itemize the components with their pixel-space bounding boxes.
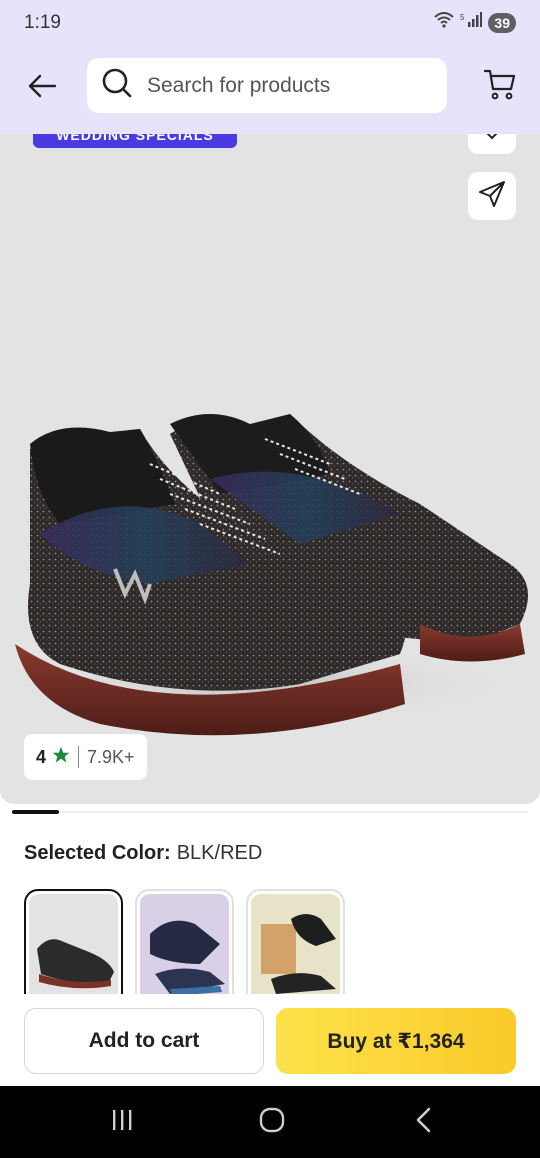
swatch-image: [29, 894, 118, 1004]
status-bar: 1:19 5 39: [0, 0, 540, 46]
color-swatch-black-grey[interactable]: [246, 889, 345, 1009]
image-indicator-active: [12, 810, 59, 814]
swatch-image: [251, 894, 340, 1004]
rating-badge[interactable]: 4 7.9K+: [24, 734, 147, 780]
recent-apps-icon: [110, 1108, 134, 1137]
selected-color-value: BLK/RED: [176, 842, 263, 864]
buy-now-button[interactable]: Buy at ₹1,364: [276, 1008, 516, 1074]
rating-count: 7.9K+: [87, 746, 135, 767]
bottom-action-bar: Add to cart Buy at ₹1,364: [0, 994, 540, 1086]
share-button[interactable]: [468, 172, 516, 220]
color-swatch-blk-red[interactable]: [24, 889, 123, 1009]
cart-button[interactable]: [480, 66, 520, 106]
signal-icon: 5: [460, 12, 483, 33]
search-placeholder: Search for products: [147, 73, 331, 97]
product-image-carousel[interactable]: WEDDING SPECIALS 4 7.9K+: [0, 134, 540, 804]
system-nav-bar: [0, 1086, 540, 1158]
promo-badge: WEDDING SPECIALS: [33, 134, 237, 148]
search-icon: [101, 67, 133, 104]
home-button[interactable]: [242, 1102, 302, 1142]
send-icon: [477, 179, 507, 214]
swatch-image: [140, 894, 229, 1004]
system-back-button[interactable]: [394, 1102, 454, 1142]
cart-icon: [483, 67, 517, 106]
image-indicator-track: [12, 811, 528, 813]
chevron-left-icon: [412, 1106, 436, 1139]
product-photo: [0, 264, 540, 764]
selected-color-title: Selected Color:: [24, 842, 171, 864]
add-to-cart-button[interactable]: Add to cart: [24, 1008, 264, 1074]
status-time: 1:19: [24, 12, 61, 33]
wifi-icon: [434, 12, 455, 33]
rating-divider: [78, 746, 80, 768]
selected-color-label: Selected Color: BLK/RED: [24, 842, 262, 865]
home-icon: [258, 1106, 286, 1139]
star-icon: [52, 746, 70, 769]
battery-indicator: 39: [488, 12, 516, 33]
rating-value: 4: [36, 746, 47, 767]
search-input[interactable]: Search for products: [87, 58, 447, 113]
color-swatch-navy[interactable]: [135, 889, 234, 1009]
signal-label: 5: [460, 13, 465, 22]
color-swatches: [24, 889, 345, 1009]
app-header: Search for products: [0, 46, 540, 134]
status-icons: 5 39: [434, 12, 516, 33]
add-to-wishlist-button[interactable]: [468, 134, 516, 154]
arrow-left-icon: [27, 74, 57, 103]
back-button[interactable]: [22, 68, 62, 108]
heart-plus-icon: [478, 134, 506, 147]
recent-apps-button[interactable]: [92, 1102, 152, 1142]
